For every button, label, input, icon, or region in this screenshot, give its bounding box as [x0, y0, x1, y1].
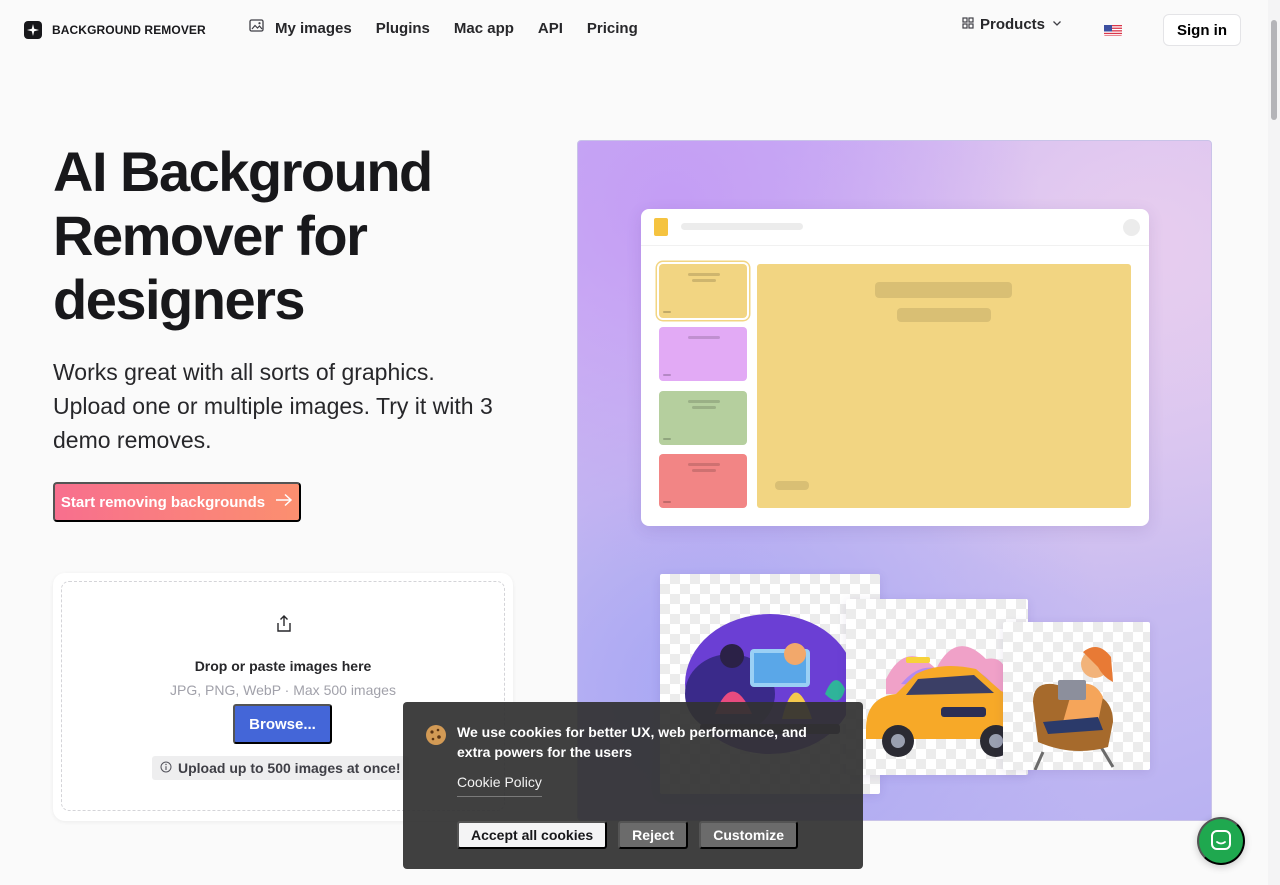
start-removing-button[interactable]: Start removing backgrounds [53, 482, 301, 522]
page-scrollbar[interactable] [1268, 0, 1280, 885]
sparkle-logo-icon [24, 21, 42, 39]
chat-widget-button[interactable] [1197, 817, 1245, 865]
mock-thumb-green [659, 391, 747, 445]
info-icon [160, 760, 172, 776]
image-gallery-icon [249, 19, 265, 37]
nav-my-images-label: My images [275, 19, 352, 37]
mock-avatar [1123, 219, 1140, 236]
nav-mac-app[interactable]: Mac app [454, 20, 514, 37]
cutout-card-car [846, 599, 1028, 775]
cookie-actions: Accept all cookies Reject Customize [457, 821, 798, 849]
top-navbar: BACKGROUND REMOVER My images Plugins Mac… [0, 0, 1268, 60]
products-dropdown[interactable]: Products [962, 16, 1063, 33]
nav-right: Products Sign in [962, 14, 1241, 46]
cookie-message: We use cookies for better UX, web perfor… [457, 724, 807, 760]
nav-plugins[interactable]: Plugins [376, 20, 430, 37]
mock-thumb-red [659, 454, 747, 508]
grid-icon [962, 16, 974, 33]
mock-thumb-purple [659, 327, 747, 381]
cookie-banner: We use cookies for better UX, web perfor… [403, 702, 863, 869]
cookie-icon [425, 724, 447, 750]
browse-button[interactable]: Browse... [233, 704, 332, 744]
products-label: Products [980, 16, 1046, 33]
woman-laptop-illustration [1033, 647, 1115, 770]
sign-in-button[interactable]: Sign in [1163, 14, 1241, 46]
mock-title-bar [681, 223, 803, 230]
document-icon [654, 218, 668, 236]
main-nav: My images Plugins Mac app API Pricing [249, 19, 638, 37]
accept-cookies-button[interactable]: Accept all cookies [457, 821, 608, 849]
drop-hint: JPG, PNG, WebP · Max 500 images [170, 682, 396, 698]
scrollbar-thumb[interactable] [1271, 20, 1277, 120]
hero-title: AI Background Remover for designers [53, 140, 433, 331]
brand-logo[interactable]: BACKGROUND REMOVER [24, 21, 206, 39]
drop-title: Drop or paste images here [194, 658, 372, 674]
reject-cookies-button[interactable]: Reject [618, 821, 689, 849]
nav-api[interactable]: API [538, 20, 563, 37]
mock-main-canvas [757, 264, 1131, 508]
cutout-card-woman [1003, 622, 1150, 770]
customize-cookies-button[interactable]: Customize [699, 821, 798, 849]
chat-icon [1210, 829, 1232, 854]
arrow-right-icon [275, 493, 293, 511]
hero-subtitle: Works great with all sorts of graphics. … [53, 359, 493, 453]
upload-icon [274, 614, 294, 634]
mock-editor-window [641, 209, 1149, 526]
nav-pricing[interactable]: Pricing [587, 20, 638, 37]
nav-my-images[interactable]: My images [249, 19, 352, 37]
car-illustration [866, 646, 1024, 757]
mock-divider [641, 245, 1149, 246]
brand-name: BACKGROUND REMOVER [52, 23, 206, 37]
mock-thumb-yellow [659, 264, 747, 318]
cookie-policy-link[interactable]: Cookie Policy [457, 774, 542, 797]
cta-label: Start removing backgrounds [60, 493, 266, 511]
chevron-down-icon [1051, 16, 1063, 33]
upload-limit-text: Upload up to 500 images at once! [178, 760, 401, 776]
upload-limit-badge: Upload up to 500 images at once! [152, 756, 409, 780]
us-flag-language-icon[interactable] [1104, 24, 1122, 36]
